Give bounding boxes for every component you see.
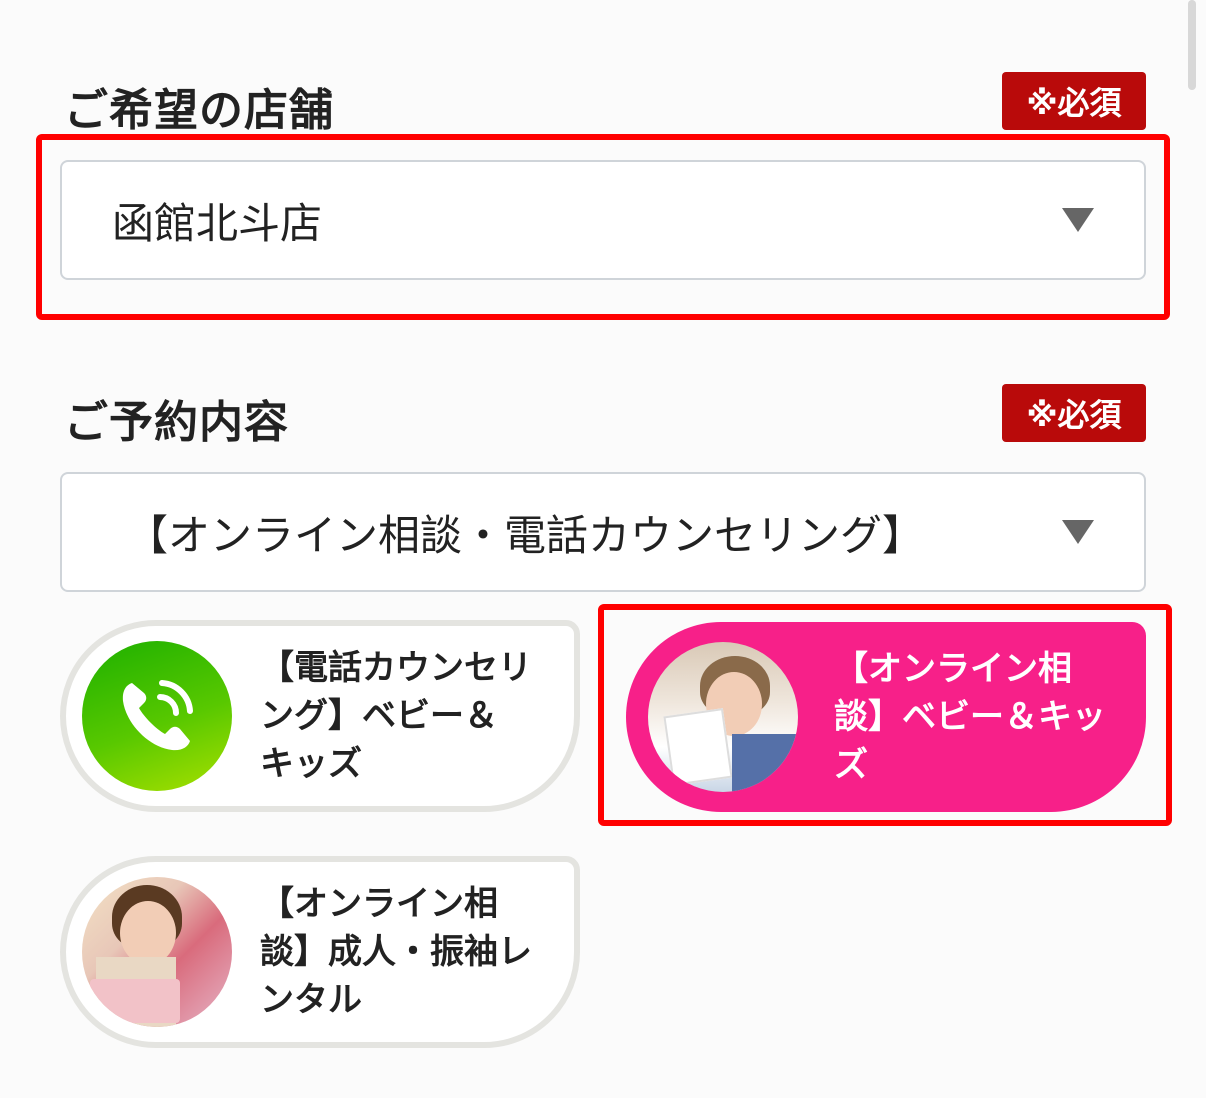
staff-photo-face xyxy=(120,901,176,965)
store-select[interactable]: 函館北斗店 xyxy=(60,160,1146,280)
phone-icon xyxy=(82,641,232,791)
reservation-form: ご希望の店舗 ※必須 函館北斗店 ご予約内容 ※必須 【オンライン相談・電話カウ… xyxy=(0,0,1206,1098)
reservation-section-title: ご予約内容 xyxy=(64,397,289,448)
option-online-baby-kids[interactable]: 【オンライン相 談】ベビー＆キッ ズ xyxy=(626,622,1146,812)
store-select-value: 函館北斗店 xyxy=(112,198,323,248)
reservation-required-badge: ※必須 xyxy=(1002,384,1146,442)
reservation-select-value: 【オンライン相談・電話カウンセリング】 xyxy=(126,510,925,560)
store-required-badge: ※必須 xyxy=(1002,72,1146,130)
store-section-title: ご希望の店舗 xyxy=(64,85,334,136)
option-phone-baby-kids[interactable]: 【電話カウンセリ ング】ベビー＆ キッズ xyxy=(60,620,580,812)
option-phone-baby-kids-label: 【電話カウンセリ ング】ベビー＆ キッズ xyxy=(260,648,532,784)
staff-photo-image xyxy=(648,642,798,792)
option-online-adult-furisode-label: 【オンライン相 談】成人・振袖レ ンタル xyxy=(260,884,532,1020)
scrollbar[interactable] xyxy=(1188,0,1196,90)
reservation-select[interactable]: 【オンライン相談・電話カウンセリング】 xyxy=(60,472,1146,592)
staff-photo-album xyxy=(663,708,733,786)
option-online-baby-kids-label: 【オンライン相 談】ベビー＆キッ ズ xyxy=(834,649,1106,785)
dropdown-arrow-icon xyxy=(1062,208,1094,232)
staff-photo-shirt xyxy=(732,734,798,792)
staff-photo-image xyxy=(82,877,232,1027)
dropdown-arrow-icon xyxy=(1062,520,1094,544)
staff-photo-tablet xyxy=(90,979,180,1023)
option-online-adult-furisode[interactable]: 【オンライン相 談】成人・振袖レ ンタル xyxy=(60,856,580,1048)
